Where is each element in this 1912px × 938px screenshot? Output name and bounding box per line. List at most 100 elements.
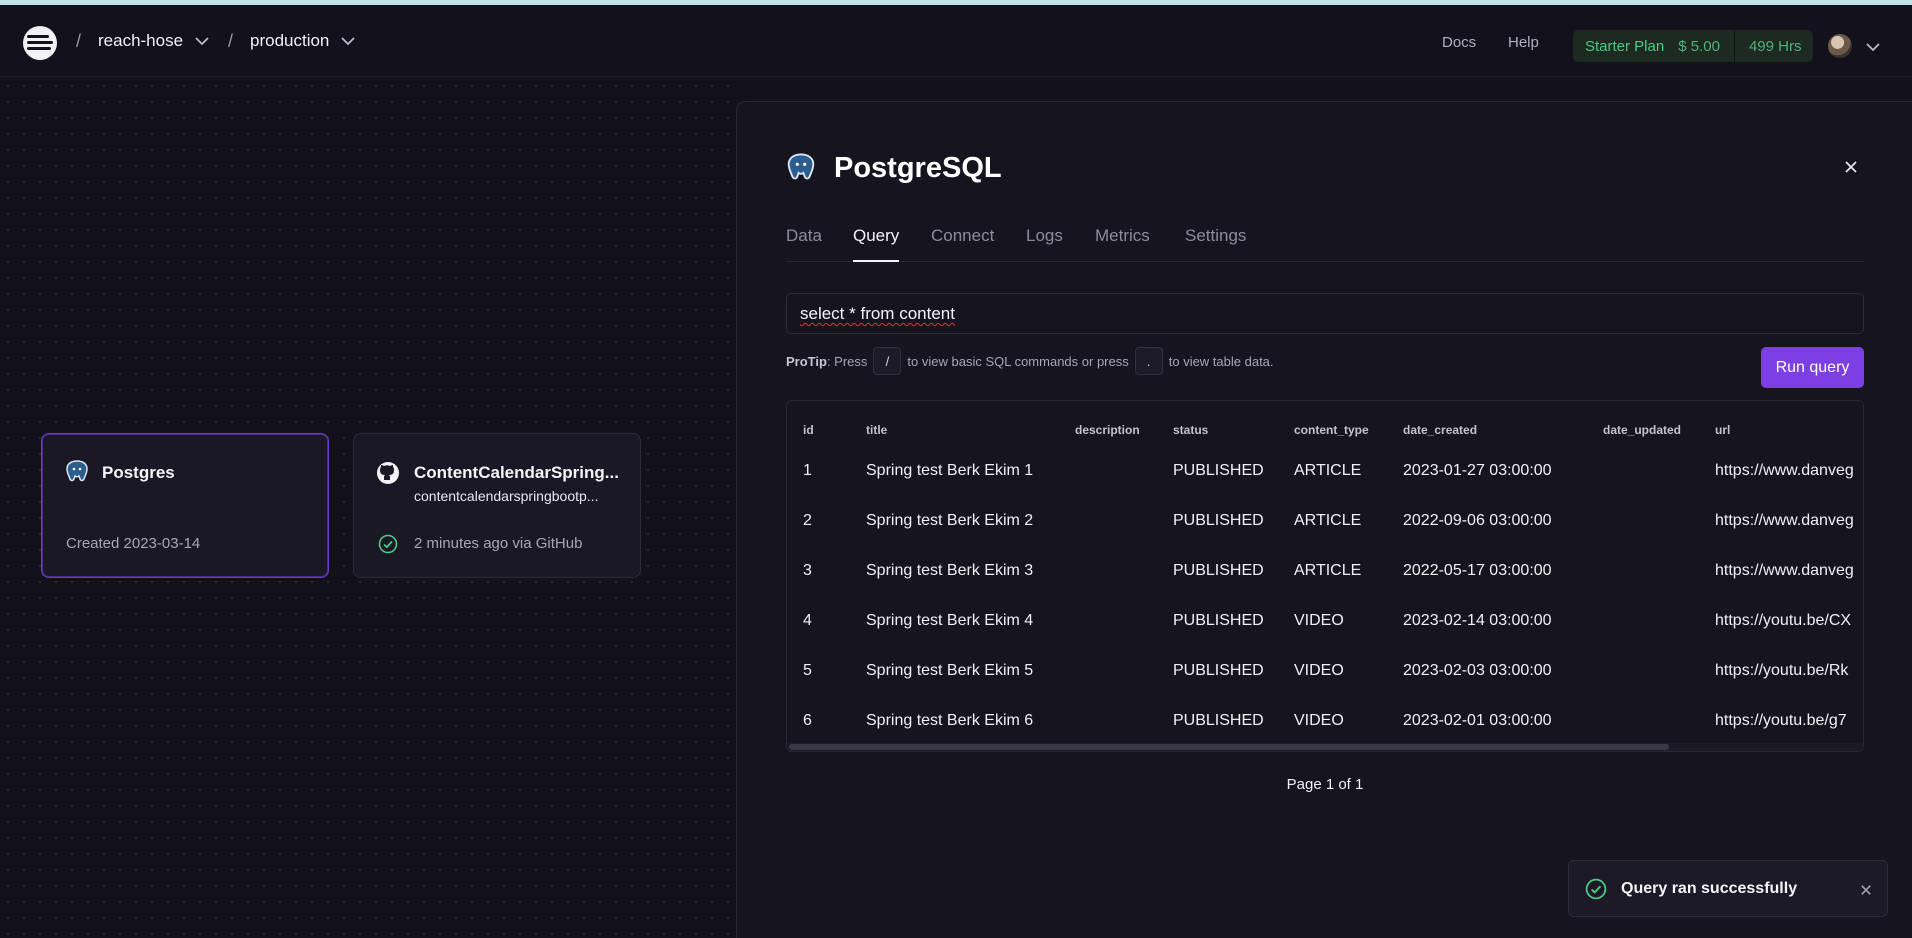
tab-data[interactable]: Data bbox=[786, 226, 822, 262]
service-repo: contentcalendarspringbootp... bbox=[414, 488, 599, 504]
cell-title: Spring test Berk Ekim 1 bbox=[866, 462, 1034, 479]
scrollbar-thumb[interactable] bbox=[789, 744, 1669, 750]
column-header: description bbox=[1075, 423, 1140, 437]
top-navigation-bar: / reach-hose / production Docs Help Star… bbox=[0, 5, 1912, 77]
cell-title: Spring test Berk Ekim 2 bbox=[866, 512, 1034, 529]
service-detail-panel: PostgreSQL Data Query Connect Logs Metri… bbox=[736, 101, 1912, 938]
cell-date-created: 2023-02-03 03:00:00 bbox=[1403, 662, 1552, 679]
cell-date-created: 2023-02-14 03:00:00 bbox=[1403, 612, 1552, 629]
postgres-elephant-icon bbox=[785, 152, 817, 189]
cell-date-created: 2022-09-06 03:00:00 bbox=[1403, 512, 1552, 529]
sql-query-input[interactable]: select * from content bbox=[786, 293, 1864, 334]
column-header: url bbox=[1715, 423, 1731, 437]
query-text: select * from content bbox=[800, 304, 955, 323]
protip-text: to view basic SQL commands or press bbox=[907, 353, 1129, 369]
project-selector[interactable]: reach-hose bbox=[98, 31, 209, 51]
panel-title: PostgreSQL bbox=[834, 152, 1002, 184]
plan-usage-badge[interactable]: Starter Plan $ 5.00 499 Hrs bbox=[1573, 30, 1813, 62]
cell-status: PUBLISHED bbox=[1173, 562, 1264, 579]
column-header: content_type bbox=[1294, 423, 1369, 437]
cell-date-created: 2023-02-01 03:00:00 bbox=[1403, 712, 1552, 729]
toast-message: Query ran successfully bbox=[1621, 880, 1798, 897]
cell-title: Spring test Berk Ekim 6 bbox=[866, 712, 1034, 729]
cell-url: https://youtu.be/Rk bbox=[1715, 662, 1849, 679]
cell-url: https://www.danveg bbox=[1715, 512, 1854, 529]
cell-content-type: ARTICLE bbox=[1294, 462, 1362, 479]
cell-status: PUBLISHED bbox=[1173, 712, 1264, 729]
protip-text: to view table data. bbox=[1168, 353, 1274, 369]
table-row[interactable]: 5 Spring test Berk Ekim 5 PUBLISHED VIDE… bbox=[787, 647, 1863, 697]
cell-status: PUBLISHED bbox=[1173, 662, 1264, 679]
project-name: reach-hose bbox=[98, 31, 184, 50]
docs-link[interactable]: Docs bbox=[1442, 34, 1476, 51]
table-row[interactable]: 3 Spring test Berk Ekim 3 PUBLISHED ARTI… bbox=[787, 547, 1863, 597]
cell-status: PUBLISHED bbox=[1173, 512, 1264, 529]
cell-url: https://www.danveg bbox=[1715, 462, 1854, 479]
environment-name: production bbox=[250, 31, 330, 50]
deployment-status: 2 minutes ago via GitHub bbox=[414, 535, 583, 552]
protip-hint: ProTip : Press / to view basic SQL comma… bbox=[786, 347, 1274, 375]
column-header: date_created bbox=[1403, 423, 1478, 437]
success-toast: Query ran successfully bbox=[1568, 860, 1888, 917]
postgres-service-card[interactable]: Postgres Created 2023-03-14 bbox=[41, 433, 329, 578]
run-query-button[interactable]: Run query bbox=[1761, 347, 1864, 388]
service-name: ContentCalendarSpring... bbox=[414, 463, 619, 482]
tab-metrics[interactable]: Metrics bbox=[1095, 226, 1150, 262]
chevron-down-icon bbox=[341, 36, 356, 46]
tab-connect[interactable]: Connect bbox=[931, 226, 994, 262]
cell-url: https://youtu.be/CX bbox=[1715, 612, 1852, 629]
cell-id: 3 bbox=[803, 562, 812, 579]
pagination-info: Page 1 of 1 bbox=[1286, 776, 1364, 793]
close-icon[interactable] bbox=[1844, 160, 1858, 179]
cell-id: 5 bbox=[803, 662, 812, 679]
column-header: date_updated bbox=[1603, 423, 1682, 437]
cell-status: PUBLISHED bbox=[1173, 462, 1264, 479]
service-created: Created 2023-03-14 bbox=[66, 535, 201, 552]
tab-settings[interactable]: Settings bbox=[1185, 226, 1246, 262]
table-row[interactable]: 2 Spring test Berk Ekim 2 PUBLISHED ARTI… bbox=[787, 497, 1863, 547]
postgres-elephant-icon bbox=[64, 459, 90, 490]
environment-selector[interactable]: production bbox=[250, 31, 356, 51]
check-circle-icon bbox=[378, 534, 398, 559]
plan-hours: 499 Hrs bbox=[1748, 37, 1802, 55]
table-row[interactable]: 4 Spring test Berk Ekim 4 PUBLISHED VIDE… bbox=[787, 597, 1863, 647]
cell-title: Spring test Berk Ekim 4 bbox=[866, 612, 1034, 629]
protip-text: : Press bbox=[826, 353, 868, 369]
tab-query[interactable]: Query bbox=[853, 226, 900, 262]
query-results-table[interactable]: id title description status content_type… bbox=[786, 400, 1864, 752]
cell-title: Spring test Berk Ekim 3 bbox=[866, 562, 1034, 579]
breadcrumb-separator: / bbox=[228, 31, 234, 51]
horizontal-scrollbar[interactable] bbox=[787, 743, 1863, 751]
plan-divider bbox=[1733, 30, 1735, 62]
railway-logo-icon[interactable] bbox=[23, 26, 57, 60]
service-name: Postgres bbox=[102, 463, 175, 482]
plan-name: Starter Plan bbox=[1585, 37, 1665, 55]
project-canvas[interactable]: Postgres Created 2023-03-14 ContentCalen… bbox=[0, 78, 736, 938]
help-link[interactable]: Help bbox=[1508, 34, 1539, 51]
cell-url: https://www.danveg bbox=[1715, 562, 1854, 579]
period-key: . bbox=[1134, 347, 1163, 375]
column-header: status bbox=[1173, 423, 1209, 437]
cell-id: 2 bbox=[803, 512, 812, 529]
table-row[interactable]: 1 Spring test Berk Ekim 1 PUBLISHED ARTI… bbox=[787, 447, 1863, 497]
column-header: title bbox=[866, 423, 888, 437]
cell-content-type: ARTICLE bbox=[1294, 512, 1362, 529]
cell-content-type: VIDEO bbox=[1294, 612, 1344, 629]
breadcrumb-separator: / bbox=[76, 31, 82, 51]
check-circle-icon bbox=[1585, 878, 1607, 905]
chevron-down-icon bbox=[195, 36, 209, 46]
tab-logs[interactable]: Logs bbox=[1026, 226, 1063, 262]
chevron-down-icon[interactable] bbox=[1866, 39, 1880, 57]
table-row[interactable]: 6 Spring test Berk Ekim 6 PUBLISHED VIDE… bbox=[787, 697, 1863, 747]
cell-title: Spring test Berk Ekim 5 bbox=[866, 662, 1034, 679]
app-service-card[interactable]: ContentCalendarSpring... contentcalendar… bbox=[353, 433, 641, 578]
slash-key: / bbox=[873, 347, 902, 375]
close-icon[interactable] bbox=[1860, 883, 1872, 901]
plan-credit: $ 5.00 bbox=[1678, 37, 1720, 55]
cell-url: https://youtu.be/g7 bbox=[1715, 712, 1847, 729]
cell-content-type: VIDEO bbox=[1294, 712, 1344, 729]
cell-id: 6 bbox=[803, 712, 812, 729]
cell-id: 1 bbox=[803, 462, 812, 479]
panel-tabs: Data Query Connect Logs Metrics Settings bbox=[786, 226, 1864, 262]
user-avatar[interactable] bbox=[1828, 34, 1852, 58]
